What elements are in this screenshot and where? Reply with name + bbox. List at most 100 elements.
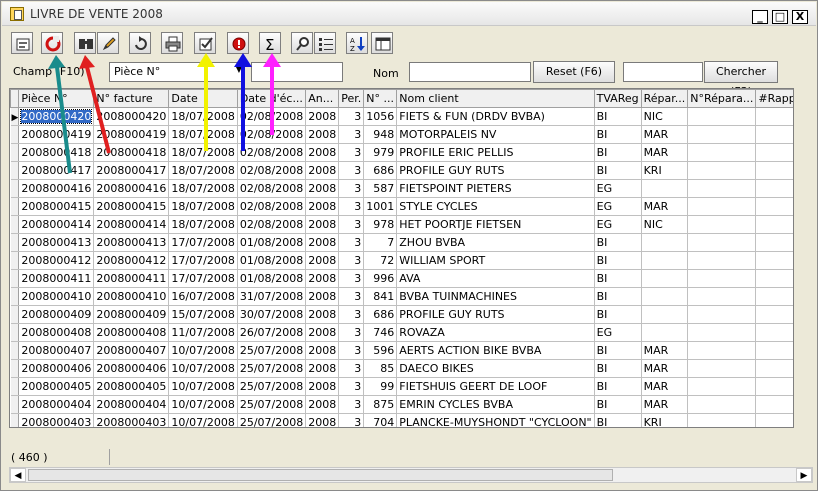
row-indicator[interactable] [10,305,20,324]
table-cell[interactable]: 02/08/2008 [237,107,307,126]
table-cell[interactable]: 18/07/2008 [168,197,238,216]
scroll-right-arrow-icon[interactable]: ▶ [796,468,812,482]
table-cell[interactable]: 02/08/2008 [237,161,307,180]
row-indicator[interactable] [10,269,20,288]
table-cell[interactable]: 2008 [305,251,340,270]
row-indicator[interactable] [10,323,20,342]
table-cell[interactable]: 2008000417 [93,161,170,180]
table-cell[interactable]: 3 [338,179,365,198]
nom-input[interactable] [409,62,531,82]
table-cell[interactable]: 948 [363,125,398,144]
scroll-left-arrow-icon[interactable]: ◀ [10,468,26,482]
table-cell[interactable]: 85 [363,359,398,378]
table-cell[interactable]: 0 [755,395,793,414]
table-cell[interactable]: 2008 [305,395,340,414]
table-cell[interactable]: BI [594,395,642,414]
table-cell[interactable]: 0 [755,107,793,126]
column-header[interactable]: An... [305,89,340,108]
close-button[interactable]: X [792,10,808,24]
table-row[interactable]: 2008000403 2008000403 10/07/2008 25/07/2008… [10,413,793,427]
table-cell[interactable]: FIETS & FUN (DRDV BVBA) [396,107,595,126]
table-cell[interactable]: 2008000412 [93,251,170,270]
table-cell[interactable]: 2008 [305,305,340,324]
table-cell[interactable] [687,341,757,360]
table-cell[interactable] [687,125,757,144]
table-cell[interactable] [687,215,757,234]
table-cell[interactable]: 2008000405 [18,377,95,396]
table-cell[interactable]: 18/07/2008 [168,161,238,180]
table-cell[interactable]: BI [594,287,642,306]
table-cell[interactable]: 0 [755,215,793,234]
table-cell[interactable] [687,413,757,427]
table-cell[interactable]: BI [594,359,642,378]
row-indicator[interactable] [10,125,20,144]
table-cell[interactable]: 17/07/2008 [168,233,238,252]
table-cell[interactable] [641,269,689,288]
chercher-button[interactable]: Chercher (F3) [704,61,778,98]
table-cell[interactable]: 2008000406 [93,359,170,378]
table-cell[interactable]: 0 [755,305,793,324]
table-cell[interactable]: 10/07/2008 [168,395,238,414]
table-row[interactable]: 2008000415 2008000415 18/07/2008 02/08/2008… [10,197,793,216]
table-cell[interactable]: BI [594,143,642,162]
table-cell[interactable]: 02/08/2008 [237,179,307,198]
columns-button[interactable] [371,32,393,54]
row-indicator[interactable] [10,161,20,180]
table-cell[interactable]: 99 [363,377,398,396]
table-cell[interactable]: 3 [338,395,365,414]
table-cell[interactable]: KRI [641,161,689,180]
table-cell[interactable] [641,233,689,252]
table-cell[interactable]: MAR [641,341,689,360]
sort-button[interactable]: AZ [346,32,368,54]
table-cell[interactable]: 0 [755,233,793,252]
table-cell[interactable]: 2008000410 [93,287,170,306]
table-cell[interactable]: EG [594,197,642,216]
value-input[interactable] [251,62,343,82]
table-cell[interactable]: BI [594,413,642,427]
table-row[interactable]: 2008000416 2008000416 18/07/2008 02/08/2008… [10,179,793,198]
table-cell[interactable]: 2008000419 [93,125,170,144]
table-cell[interactable]: ROVAZA [396,323,595,342]
table-cell[interactable]: 2008000413 [18,233,95,252]
table-cell[interactable]: 0 [755,125,793,144]
row-indicator[interactable] [10,377,20,396]
row-indicator[interactable] [10,215,20,234]
table-cell[interactable]: 02/08/2008 [237,143,307,162]
table-row[interactable]: 2008000414 2008000414 18/07/2008 02/08/2008… [10,215,793,234]
table-cell[interactable]: AERTS ACTION BIKE BVBA [396,341,595,360]
table-row[interactable]: 2008000410 2008000410 16/07/2008 31/07/2008… [10,287,793,306]
table-cell[interactable]: MOTORPALEIS NV [396,125,595,144]
table-cell[interactable]: 2008000416 [93,179,170,198]
reset-button[interactable]: Reset (F6) [533,61,615,83]
table-cell[interactable]: 10/07/2008 [168,359,238,378]
table-cell[interactable]: 2008000419 [18,125,95,144]
row-indicator[interactable] [10,359,20,378]
table-cell[interactable]: 10/07/2008 [168,413,238,427]
table-cell[interactable]: ZHOU BVBA [396,233,595,252]
table-cell[interactable]: 30/07/2008 [237,305,307,324]
column-header[interactable]: Date d'éc... [236,89,307,108]
column-header[interactable]: Pièce N° [18,89,95,108]
table-cell[interactable]: 2008000408 [18,323,95,342]
table-cell[interactable]: PROFILE GUY RUTS [396,305,595,324]
table-cell[interactable]: 3 [338,287,365,306]
table-cell[interactable]: FIETSPOINT PIETERS [396,179,595,198]
table-cell[interactable]: 1001 [363,197,398,216]
table-cell[interactable]: 3 [338,305,365,324]
table-cell[interactable]: 2008000404 [18,395,95,414]
column-header[interactable]: Répar... [640,89,689,108]
horizontal-scrollbar[interactable]: ◀ ▶ [9,467,813,483]
table-cell[interactable]: 2008000416 [18,179,95,198]
table-cell[interactable]: EMRIN CYCLES BVBA [396,395,595,414]
row-indicator[interactable]: ▶ [10,107,20,126]
table-cell[interactable]: 17/07/2008 [168,269,238,288]
row-indicator[interactable] [10,233,20,252]
table-cell[interactable]: BI [594,251,642,270]
table-cell[interactable]: STYLE CYCLES [396,197,595,216]
table-cell[interactable]: 2008000411 [18,269,95,288]
table-cell[interactable]: 3 [338,359,365,378]
table-cell[interactable]: 18/07/2008 [168,107,238,126]
table-cell[interactable]: 0 [755,143,793,162]
info-button[interactable] [227,32,249,54]
table-cell[interactable]: BI [594,305,642,324]
